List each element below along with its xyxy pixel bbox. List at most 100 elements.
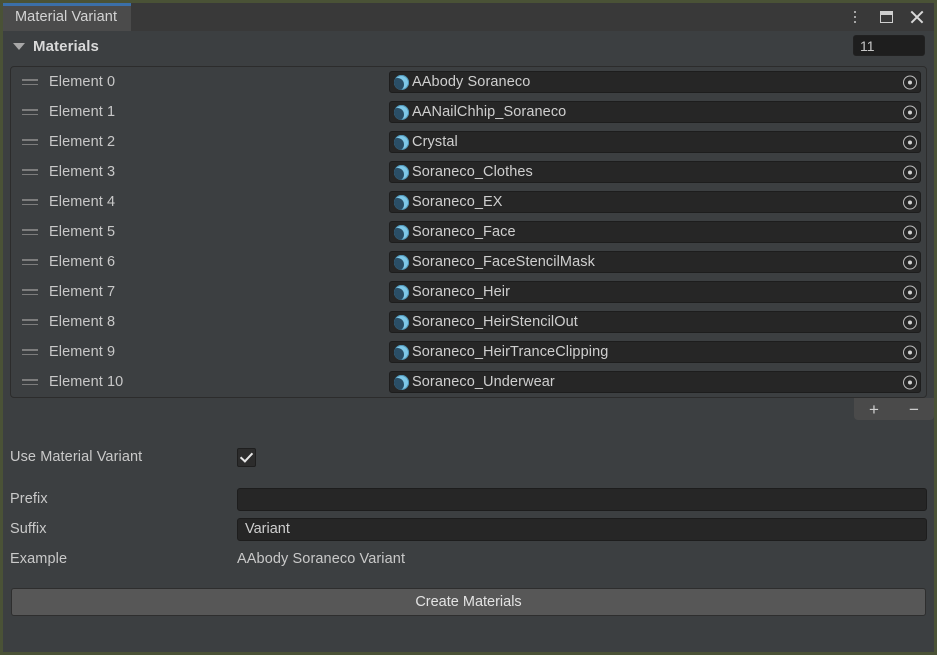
table-row[interactable]: Element 9 Soraneco_HeirTranceClipping xyxy=(11,337,926,367)
object-picker-icon[interactable] xyxy=(901,164,918,181)
object-picker-icon[interactable] xyxy=(901,284,918,301)
material-object-field[interactable]: Soraneco_Face xyxy=(389,221,921,243)
maximize-icon[interactable] xyxy=(877,8,895,26)
prefix-input[interactable] xyxy=(237,488,927,511)
table-row[interactable]: Element 3 Soraneco_Clothes xyxy=(11,157,926,187)
material-name: Soraneco_HeirTranceClipping xyxy=(412,344,608,360)
element-label: Element 5 xyxy=(49,224,389,240)
table-row[interactable]: Element 10 Soraneco_Underwear xyxy=(11,367,926,397)
material-object-field[interactable]: Soraneco_HeirTranceClipping xyxy=(389,341,921,363)
remove-element-button[interactable]: − xyxy=(901,401,927,418)
example-label: Example xyxy=(10,551,237,567)
drag-handle-icon[interactable] xyxy=(22,169,38,175)
material-name: Soraneco_Underwear xyxy=(412,374,555,390)
material-variant-window: Material Variant Materials 11 Element 0 xyxy=(0,0,937,655)
object-picker-icon[interactable] xyxy=(901,374,918,391)
drag-handle-icon[interactable] xyxy=(22,229,38,235)
example-value: AAbody Soraneco Variant xyxy=(237,551,927,567)
material-sphere-icon xyxy=(394,225,409,240)
object-picker-icon[interactable] xyxy=(901,224,918,241)
material-sphere-icon xyxy=(394,345,409,360)
table-row[interactable]: Element 8 Soraneco_HeirStencilOut xyxy=(11,307,926,337)
element-label: Element 4 xyxy=(49,194,389,210)
suffix-row: Suffix Variant xyxy=(10,514,927,544)
drag-handle-icon[interactable] xyxy=(22,289,38,295)
element-label: Element 3 xyxy=(49,164,389,180)
table-row[interactable]: Element 2 Crystal xyxy=(11,127,926,157)
use-material-variant-checkbox[interactable] xyxy=(237,448,256,467)
material-object-field[interactable]: Soraneco_EX xyxy=(389,191,921,213)
array-size-field[interactable]: 11 xyxy=(853,35,925,56)
material-object-field[interactable]: Soraneco_HeirStencilOut xyxy=(389,311,921,333)
drag-handle-icon[interactable] xyxy=(22,349,38,355)
element-label: Element 8 xyxy=(49,314,389,330)
material-object-field[interactable]: AANailChhip_Soraneco xyxy=(389,101,921,123)
table-row[interactable]: Element 0 AAbody Soraneco xyxy=(11,67,926,97)
table-row[interactable]: Element 6 Soraneco_FaceStencilMask xyxy=(11,247,926,277)
material-sphere-icon xyxy=(394,255,409,270)
prefix-row: Prefix xyxy=(10,484,927,514)
element-label: Element 7 xyxy=(49,284,389,300)
element-label: Element 2 xyxy=(49,134,389,150)
drag-handle-icon[interactable] xyxy=(22,259,38,265)
material-object-field[interactable]: Soraneco_FaceStencilMask xyxy=(389,251,921,273)
object-picker-icon[interactable] xyxy=(901,74,918,91)
example-row: Example AAbody Soraneco Variant xyxy=(10,544,927,574)
suffix-input[interactable]: Variant xyxy=(237,518,927,541)
drag-handle-icon[interactable] xyxy=(22,319,38,325)
material-sphere-icon xyxy=(394,315,409,330)
material-object-field[interactable]: Soraneco_Underwear xyxy=(389,371,921,393)
materials-header-label: Materials xyxy=(33,38,99,55)
drag-handle-icon[interactable] xyxy=(22,109,38,115)
add-element-button[interactable]: + xyxy=(861,401,887,418)
drag-handle-icon[interactable] xyxy=(22,79,38,85)
window-titlebar: Material Variant xyxy=(3,3,934,31)
object-picker-icon[interactable] xyxy=(901,104,918,121)
element-label: Element 1 xyxy=(49,104,389,120)
material-object-field[interactable]: Soraneco_Clothes xyxy=(389,161,921,183)
table-row[interactable]: Element 7 Soraneco_Heir xyxy=(11,277,926,307)
element-label: Element 10 xyxy=(49,374,389,390)
element-label: Element 0 xyxy=(49,74,389,90)
material-name: AAbody Soraneco xyxy=(412,74,530,90)
material-name: Soraneco_FaceStencilMask xyxy=(412,254,595,270)
table-row[interactable]: Element 4 Soraneco_EX xyxy=(11,187,926,217)
material-name: Soraneco_HeirStencilOut xyxy=(412,314,578,330)
drag-handle-icon[interactable] xyxy=(22,139,38,145)
object-picker-icon[interactable] xyxy=(901,134,918,151)
material-object-field[interactable]: Crystal xyxy=(389,131,921,153)
material-name: Soraneco_Clothes xyxy=(412,164,533,180)
material-object-field[interactable]: Soraneco_Heir xyxy=(389,281,921,303)
materials-foldout-header[interactable]: Materials 11 xyxy=(3,31,934,61)
materials-list: Element 0 AAbody Soraneco Element 1 AANa… xyxy=(10,66,927,398)
material-sphere-icon xyxy=(394,165,409,180)
tab-material-variant[interactable]: Material Variant xyxy=(3,3,131,31)
prefix-label: Prefix xyxy=(10,491,237,507)
material-object-field[interactable]: AAbody Soraneco xyxy=(389,71,921,93)
table-row[interactable]: Element 5 Soraneco_Face xyxy=(11,217,926,247)
material-sphere-icon xyxy=(394,105,409,120)
material-sphere-icon xyxy=(394,135,409,150)
close-icon[interactable] xyxy=(908,8,926,26)
object-picker-icon[interactable] xyxy=(901,344,918,361)
material-sphere-icon xyxy=(394,75,409,90)
object-picker-icon[interactable] xyxy=(901,194,918,211)
material-sphere-icon xyxy=(394,375,409,390)
object-picker-icon[interactable] xyxy=(901,314,918,331)
table-row[interactable]: Element 1 AANailChhip_Soraneco xyxy=(11,97,926,127)
material-name: Soraneco_EX xyxy=(412,194,503,210)
drag-handle-icon[interactable] xyxy=(22,199,38,205)
create-materials-button[interactable]: Create Materials xyxy=(11,588,926,616)
element-label: Element 9 xyxy=(49,344,389,360)
material-name: Soraneco_Face xyxy=(412,224,516,240)
material-name: AANailChhip_Soraneco xyxy=(412,104,566,120)
material-sphere-icon xyxy=(394,195,409,210)
chevron-down-icon[interactable] xyxy=(13,43,25,50)
object-picker-icon[interactable] xyxy=(901,254,918,271)
list-footer: + − xyxy=(3,398,934,420)
window-controls xyxy=(846,3,926,31)
list-footer-bar: + − xyxy=(854,398,934,420)
drag-handle-icon[interactable] xyxy=(22,379,38,385)
settings-section: Use Material Variant Prefix Suffix Varia… xyxy=(3,442,934,574)
kebab-menu-icon[interactable] xyxy=(846,8,864,26)
